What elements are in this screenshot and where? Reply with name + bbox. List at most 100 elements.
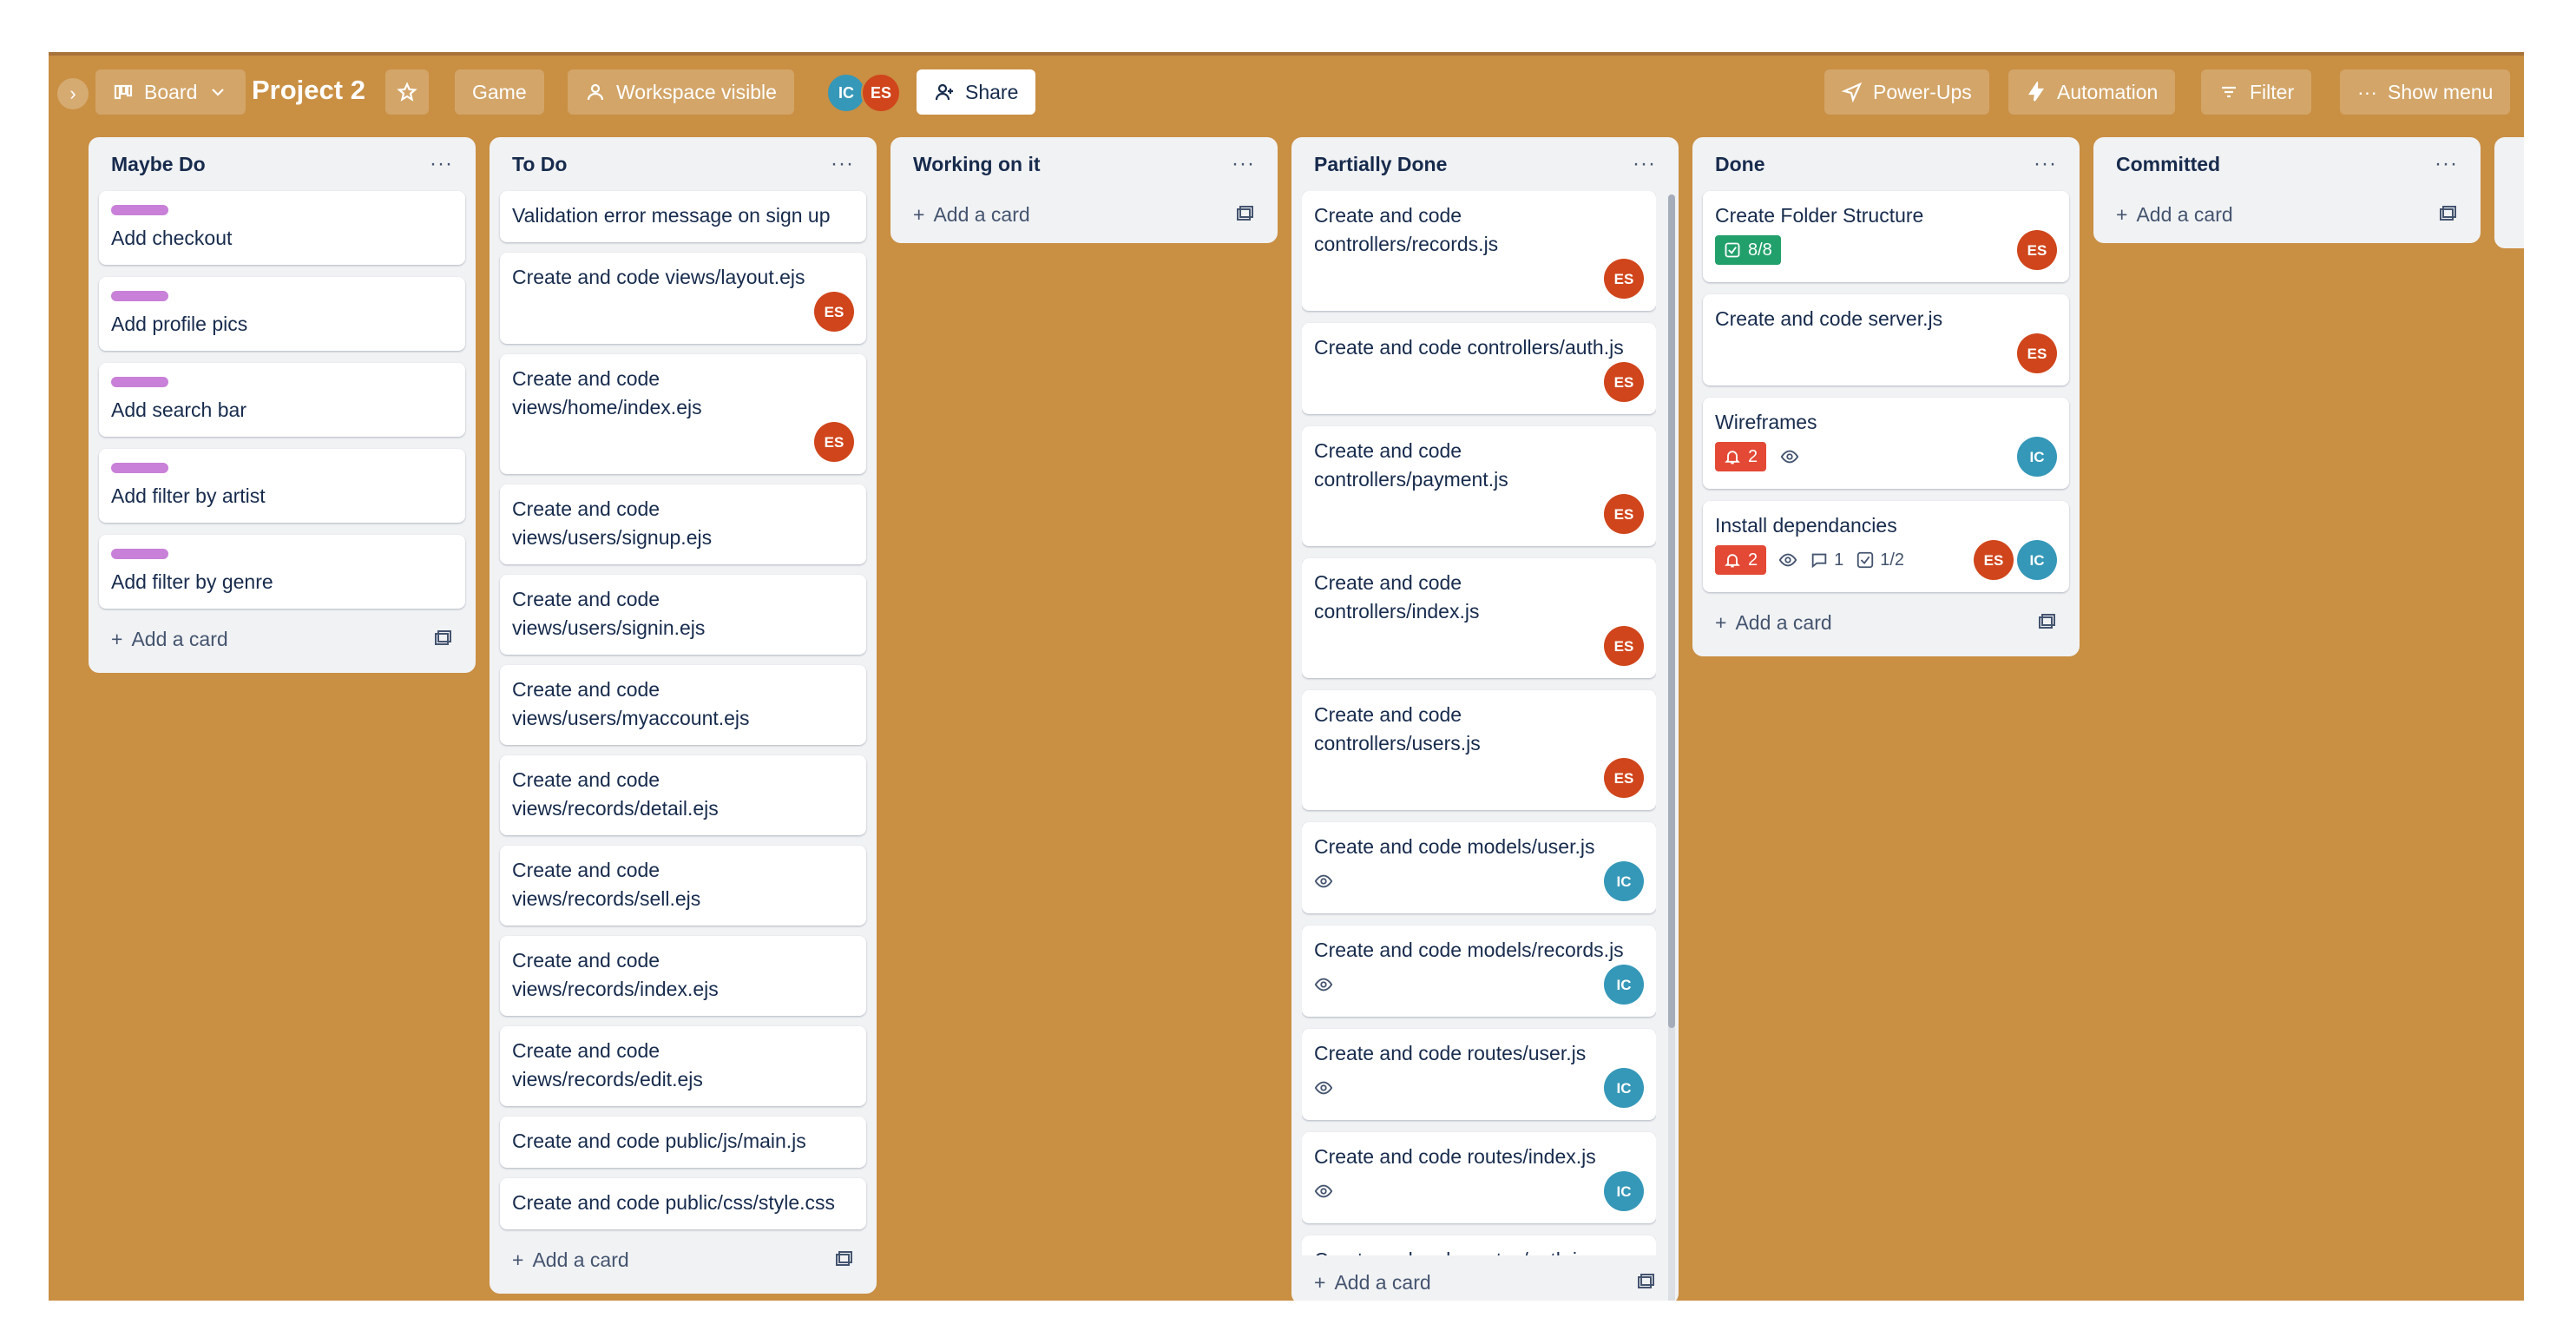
card-member-avatar[interactable]: ES — [1604, 362, 1644, 402]
card-member-avatar[interactable]: IC — [2017, 540, 2057, 580]
add-card-button[interactable]: + Add a card — [913, 203, 1030, 227]
card-label[interactable] — [111, 549, 168, 559]
list-title[interactable]: Maybe Do — [111, 153, 206, 176]
card-member-avatar[interactable]: IC — [1604, 861, 1644, 901]
card-member-avatar[interactable]: IC — [1604, 1068, 1644, 1108]
visibility-button[interactable]: Workspace visible — [568, 69, 794, 115]
card[interactable]: Create Folder Structure 8/8 ES — [1703, 191, 2069, 282]
add-card-button[interactable]: + Add a card — [1314, 1271, 1431, 1295]
list-menu-icon[interactable]: ··· — [1633, 152, 1656, 176]
sidebar-toggle-button[interactable]: › — [57, 78, 89, 109]
card-member-avatar[interactable]: IC — [2017, 437, 2057, 477]
add-card-button[interactable]: + Add a card — [2116, 203, 2233, 227]
power-ups-label: Power-Ups — [1873, 80, 1972, 103]
card[interactable]: Validation error message on sign up — [500, 191, 866, 242]
list-title[interactable]: To Do — [512, 153, 567, 176]
card[interactable]: Create and code views/home/index.ejs ES — [500, 354, 866, 474]
list-scrollbar[interactable] — [1668, 194, 1675, 1301]
card[interactable]: Add checkout — [99, 191, 465, 265]
card-member-avatar[interactable]: ES — [1604, 259, 1644, 299]
card[interactable]: Create and code views/layout.ejs ES — [500, 253, 866, 344]
card[interactable]: Create and code views/records/sell.ejs — [500, 846, 866, 926]
card[interactable]: Create and code public/js/main.js — [500, 1117, 866, 1168]
workspace-button[interactable]: Game — [455, 69, 544, 115]
template-icon[interactable] — [1635, 1272, 1656, 1293]
share-button[interactable]: Share — [917, 69, 1036, 115]
card[interactable]: Create and code views/records/edit.ejs — [500, 1026, 866, 1106]
list-menu-icon[interactable]: ··· — [2034, 152, 2057, 176]
template-icon[interactable] — [432, 629, 453, 649]
list-menu-icon[interactable]: ··· — [831, 152, 854, 176]
card-title: Create and code public/css/style.css — [512, 1191, 836, 1214]
card[interactable]: Create and code views/users/signin.ejs — [500, 575, 866, 655]
card[interactable]: Create and code controllers/payment.js ES — [1302, 426, 1656, 546]
list-title[interactable]: Partially Done — [1314, 153, 1447, 176]
filter-button[interactable]: Filter — [2201, 69, 2312, 115]
add-card-button[interactable]: + Add a card — [512, 1248, 629, 1272]
more-icon: ··· — [2357, 80, 2377, 103]
card[interactable]: Add filter by artist — [99, 449, 465, 523]
card-member-avatar[interactable]: ES — [814, 422, 854, 462]
card[interactable]: Create and code public/css/style.css — [500, 1178, 866, 1229]
card-member-avatar[interactable]: ES — [1974, 540, 2014, 580]
card[interactable]: Create and code controllers/index.js ES — [1302, 558, 1656, 678]
card-label[interactable] — [111, 291, 168, 301]
card[interactable]: Create and code controllers/auth.js ES — [1302, 323, 1656, 414]
list-working-on-it: Working on it ··· + Add a card — [890, 137, 1278, 243]
show-menu-button[interactable]: ··· Show menu — [2340, 69, 2511, 115]
card-member-avatar[interactable]: ES — [2017, 230, 2057, 270]
card[interactable]: Create and code routes/user.js IC — [1302, 1029, 1656, 1120]
card[interactable]: Create and code models/user.js IC — [1302, 822, 1656, 913]
card[interactable]: Create and code views/users/myaccount.ej… — [500, 665, 866, 745]
card-member-avatar[interactable]: ES — [1604, 626, 1644, 666]
card[interactable]: Add filter by genre — [99, 535, 465, 609]
card-member-avatar[interactable]: ES — [814, 292, 854, 332]
card[interactable]: Create and code routes/index.js IC — [1302, 1132, 1656, 1223]
people-icon — [587, 83, 604, 101]
card-member-avatar[interactable]: ES — [1604, 494, 1644, 534]
power-ups-button[interactable]: Power-Ups — [1824, 69, 1989, 115]
card-label[interactable] — [111, 463, 168, 473]
automation-button[interactable]: Automation — [2008, 69, 2176, 115]
template-icon[interactable] — [833, 1249, 854, 1270]
card[interactable]: Add profile pics — [99, 277, 465, 351]
list-title[interactable]: Working on it — [913, 153, 1041, 176]
list-menu-icon[interactable]: ··· — [2435, 152, 2458, 176]
card-member-avatar[interactable]: IC — [1604, 1171, 1644, 1211]
card-title: Create and code controllers/index.js — [1314, 571, 1480, 623]
card-member-avatar[interactable]: ES — [1604, 758, 1644, 798]
card[interactable]: Create and code models/records.js IC — [1302, 926, 1656, 1017]
add-card-button[interactable]: + Add a card — [1715, 611, 1832, 635]
card-member-avatar[interactable]: ES — [2017, 333, 2057, 373]
template-icon[interactable] — [1234, 204, 1255, 225]
list-menu-icon[interactable]: ··· — [430, 152, 453, 176]
card-title: Create and code views/records/detail.ejs — [512, 768, 719, 820]
list-menu-icon[interactable]: ··· — [1232, 152, 1255, 176]
checklist-indicator: 1/2 — [1856, 546, 1904, 575]
card[interactable]: Create and code views/records/detail.ejs — [500, 755, 866, 835]
add-card-button[interactable]: + Add a card — [111, 628, 228, 651]
card[interactable]: Create and code server.js ES — [1703, 294, 2069, 385]
card-title: Add filter by genre — [111, 570, 273, 593]
card[interactable]: Create and code controllers/records.js ES — [1302, 191, 1656, 311]
card[interactable]: Create and code controllers/users.js ES — [1302, 690, 1656, 810]
list-title[interactable]: Done — [1715, 153, 1765, 176]
card[interactable]: Create and code routes/auth.js — [1302, 1235, 1656, 1255]
scrollbar-thumb[interactable] — [1668, 194, 1675, 1028]
card-label[interactable] — [111, 205, 168, 215]
member-avatar[interactable]: ES — [861, 73, 901, 113]
template-icon[interactable] — [2036, 612, 2057, 633]
card[interactable]: Install dependancies 2 1 1/2 ES IC — [1703, 501, 2069, 592]
star-board-button[interactable] — [385, 69, 429, 115]
card-member-avatar[interactable]: IC — [1604, 965, 1644, 1005]
card[interactable]: Add search bar — [99, 363, 465, 437]
card[interactable]: Wireframes 2 IC — [1703, 398, 2069, 489]
card[interactable]: Create and code views/users/signup.ejs — [500, 484, 866, 564]
board-title[interactable]: Project 2 — [252, 75, 365, 106]
card-label[interactable] — [111, 377, 168, 387]
board-view-switcher[interactable]: Board — [95, 69, 246, 115]
card[interactable]: Create and code views/records/index.ejs — [500, 936, 866, 1016]
bell-icon — [1725, 554, 1740, 568]
list-title[interactable]: Committed — [2116, 153, 2220, 176]
template-icon[interactable] — [2437, 204, 2458, 225]
